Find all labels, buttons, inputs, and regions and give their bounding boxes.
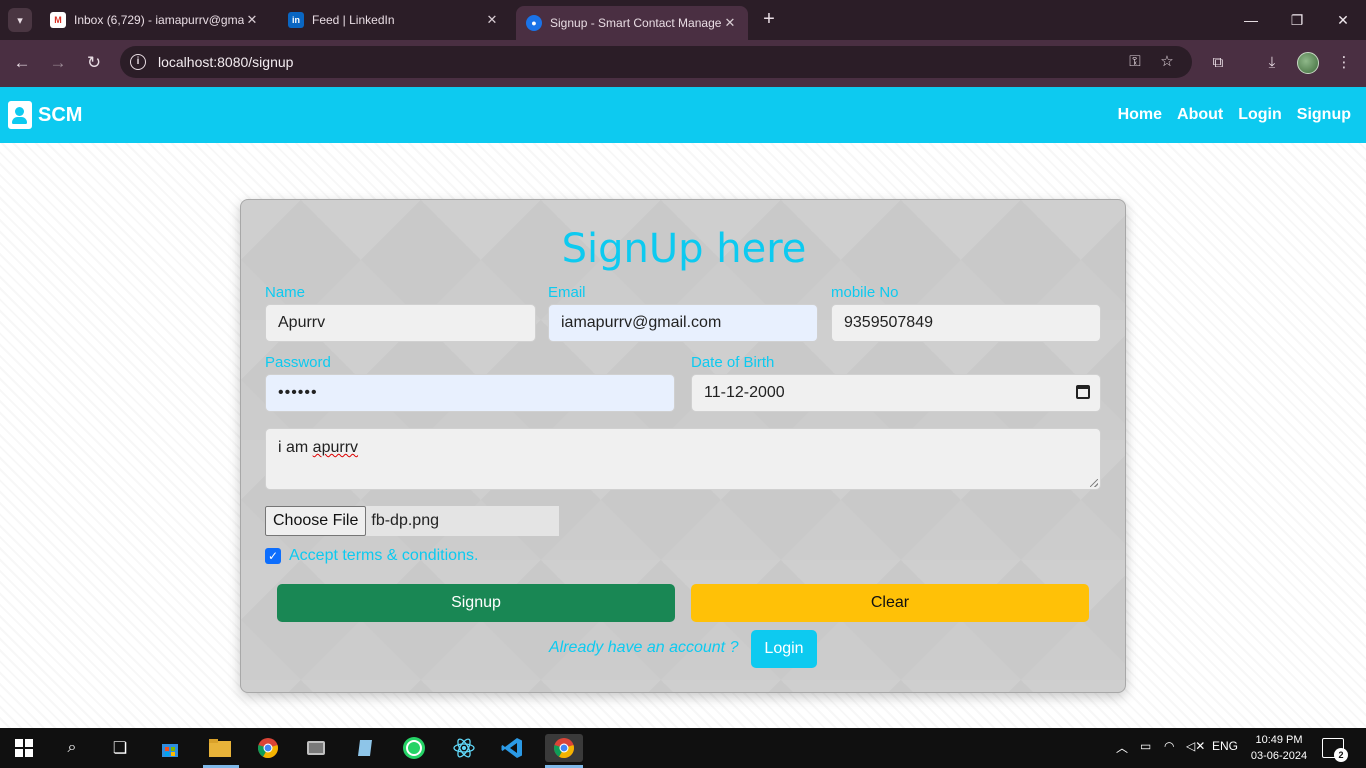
signup-card: SignUp here Name Apurrv Email iamapurrv@…: [240, 199, 1126, 693]
login-button[interactable]: Login: [751, 630, 817, 668]
close-icon[interactable]: ✕: [484, 12, 500, 28]
tab-signup[interactable]: ● Signup - Smart Contact Manager ✕: [516, 6, 748, 40]
brand-logo[interactable]: SCM: [8, 101, 82, 129]
tab-title: Inbox (6,729) - iamapurrv@gmail.com: [74, 13, 244, 27]
password-field[interactable]: ••••••: [265, 374, 675, 412]
url-text[interactable]: localhost:8080/signup: [158, 54, 293, 70]
clock-time: 10:49 PM: [1255, 734, 1303, 746]
gmail-icon: M: [50, 12, 66, 28]
scm-icon: ●: [526, 15, 542, 31]
dob-label: Date of Birth: [691, 354, 775, 371]
forward-icon[interactable]: →: [45, 50, 71, 76]
tab-linkedin[interactable]: in Feed | LinkedIn ✕: [278, 6, 510, 34]
contact-book-icon: [8, 101, 32, 129]
whatsapp-icon[interactable]: [400, 734, 428, 762]
nav-about-link[interactable]: About: [1177, 106, 1223, 124]
clear-button[interactable]: Clear: [691, 584, 1089, 622]
signup-button[interactable]: Signup: [277, 584, 675, 622]
clock-date: 03-06-2024: [1250, 750, 1308, 762]
dob-field[interactable]: 11-12-2000: [691, 374, 1101, 412]
email-field[interactable]: iamapurrv@gmail.com: [548, 304, 818, 342]
nav-signup-link[interactable]: Signup: [1297, 106, 1351, 124]
volume-icon[interactable]: ◁✕: [1186, 739, 1205, 753]
task-view-icon[interactable]: ❏: [106, 734, 134, 762]
name-label: Name: [265, 284, 306, 301]
tab-gmail[interactable]: M Inbox (6,729) - iamapurrv@gmail.com ✕: [40, 6, 270, 34]
about-misspelled-word: apurrv: [312, 439, 359, 456]
close-icon[interactable]: ✕: [244, 12, 260, 28]
taskbar: ⌕ ❏ ︿ ▭ ◠ ◁✕ ENG 10:49 PM 03-06-2024 2: [0, 728, 1366, 768]
file-name: fb-dp.png: [371, 512, 439, 529]
close-icon[interactable]: ✕: [722, 15, 738, 31]
language-indicator[interactable]: ENG: [1212, 739, 1238, 753]
password-label: Password: [265, 354, 331, 371]
wifi-icon[interactable]: ◠: [1164, 739, 1174, 753]
notepad-icon[interactable]: [352, 734, 380, 762]
extensions-icon[interactable]: ⧉: [1206, 51, 1230, 75]
minimize-icon[interactable]: —: [1228, 8, 1274, 32]
about-textarea[interactable]: i am apurrv: [265, 428, 1101, 490]
react-icon[interactable]: [450, 734, 478, 762]
file-explorer-icon[interactable]: [206, 734, 234, 762]
already-account-text: Already have an account ?: [549, 639, 739, 656]
choose-file-button[interactable]: Choose File: [265, 506, 367, 536]
nav-login-link[interactable]: Login: [1238, 106, 1282, 124]
dob-value: 11-12-2000: [704, 384, 785, 401]
nav-links: Home About Login Signup: [1118, 106, 1351, 124]
linkedin-icon: in: [288, 12, 304, 28]
mobile-field[interactable]: 9359507849: [831, 304, 1101, 342]
notification-count: 2: [1334, 748, 1348, 762]
page-title: SignUp here: [561, 226, 807, 272]
name-field[interactable]: Apurrv: [265, 304, 536, 342]
chrome-running-icon[interactable]: [545, 734, 583, 762]
tab-title: Feed | LinkedIn: [312, 13, 395, 27]
terms-checkbox[interactable]: ✓: [265, 548, 281, 564]
address-bar[interactable]: i localhost:8080/signup ⚿ ☆: [120, 46, 1192, 78]
email-label: Email: [548, 284, 586, 301]
vscode-icon[interactable]: [498, 734, 526, 762]
app-icon[interactable]: [302, 734, 330, 762]
bookmark-star-icon[interactable]: ☆: [1156, 51, 1178, 73]
site-info-icon[interactable]: i: [130, 54, 146, 70]
store-icon[interactable]: [156, 734, 184, 762]
nav-home-link[interactable]: Home: [1118, 106, 1162, 124]
chevron-up-icon[interactable]: ︿: [1116, 739, 1128, 756]
site-navbar: SCM Home About Login Signup: [0, 87, 1366, 143]
back-icon[interactable]: ←: [9, 50, 35, 76]
tab-title: Signup - Smart Contact Manager: [550, 16, 722, 30]
chrome-icon[interactable]: [254, 734, 282, 762]
browser-tab-strip: ▾ M Inbox (6,729) - iamapurrv@gmail.com …: [0, 0, 1366, 40]
new-tab-button[interactable]: +: [758, 8, 780, 32]
calendar-icon[interactable]: [1076, 385, 1090, 399]
tab-search-chevron-icon[interactable]: ▾: [8, 8, 32, 32]
restore-icon[interactable]: ❐: [1274, 8, 1320, 32]
window-close-icon[interactable]: ✕: [1320, 8, 1366, 32]
search-icon[interactable]: ⌕: [58, 734, 86, 762]
mobile-label: mobile No: [831, 284, 899, 301]
file-input[interactable]: Choose File fb-dp.png: [265, 506, 559, 536]
browser-toolbar: ← → ↻ i localhost:8080/signup ⚿ ☆: [0, 40, 1366, 87]
menu-kebab-icon[interactable]: ⋮: [1332, 51, 1356, 75]
about-prefix: i am: [278, 439, 313, 456]
windows-start-icon[interactable]: [10, 734, 38, 762]
reload-icon[interactable]: ↻: [81, 50, 107, 76]
terms-label[interactable]: Accept terms & conditions.: [289, 547, 478, 565]
profile-avatar[interactable]: [1297, 52, 1319, 74]
clock[interactable]: 10:49 PM 03-06-2024: [1246, 732, 1312, 764]
brand-name: SCM: [38, 103, 83, 126]
password-key-icon[interactable]: ⚿: [1124, 51, 1146, 73]
download-icon[interactable]: ⤓: [1260, 51, 1284, 75]
battery-icon[interactable]: ▭: [1140, 739, 1151, 753]
resize-handle[interactable]: [1090, 479, 1098, 487]
